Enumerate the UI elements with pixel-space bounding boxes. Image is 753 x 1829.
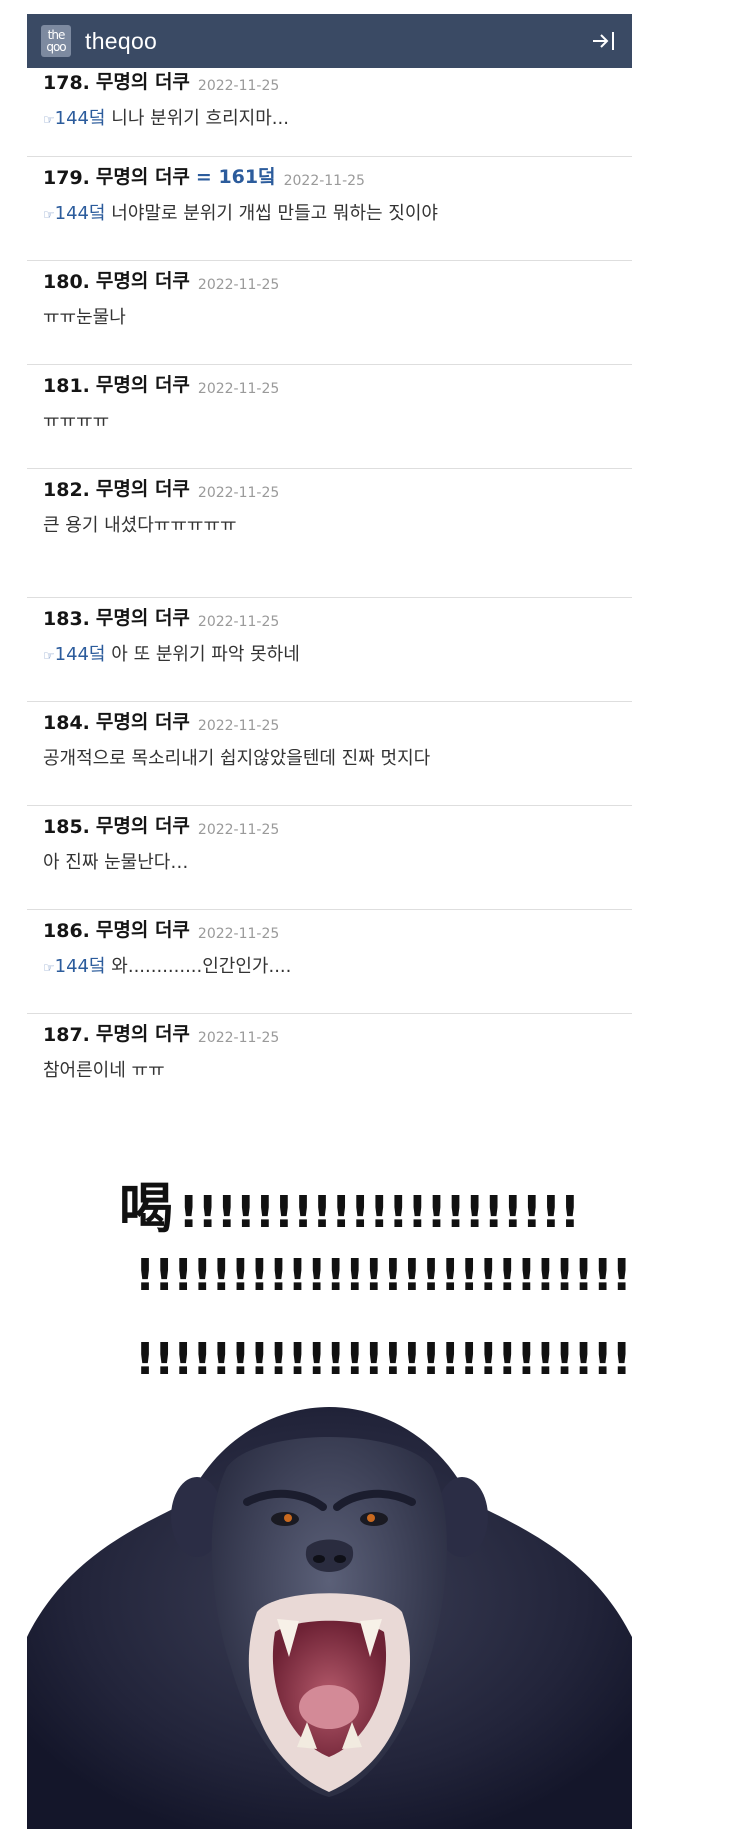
comment-date: 2022-11-25: [197, 485, 280, 501]
comment-date: 2022-11-25: [197, 277, 280, 293]
comment-number[interactable]: 179.: [43, 167, 90, 189]
comment-meta: 186. 무명의 더쿠 2022-11-25: [43, 916, 616, 942]
comment-meta: 179. 무명의 더쿠 = 161덬 2022-11-25: [43, 163, 616, 189]
comment-writer: 무명의 더쿠: [95, 478, 190, 500]
site-name[interactable]: theqoo: [85, 28, 157, 55]
comment-body: 큰 용기 내셨다ㅠㅠㅠㅠㅠ: [43, 515, 237, 536]
comment-item: 187. 무명의 더쿠 2022-11-25 참어른이네 ㅠㅠ: [27, 1014, 632, 1110]
screaming-chimpanzee-image: [27, 1407, 632, 1829]
comment-date: 2022-11-25: [283, 173, 365, 189]
mention-link[interactable]: 144덬: [55, 108, 106, 129]
comment-date: 2022-11-25: [197, 822, 280, 838]
comment-writer: 무명의 더쿠: [95, 1023, 190, 1045]
comment-date: 2022-11-25: [197, 926, 280, 942]
comment-writer: 무명의 더쿠: [95, 607, 190, 629]
comment-number[interactable]: 184.: [43, 712, 90, 734]
comment-number[interactable]: 181.: [43, 375, 90, 397]
comment-meta: 182. 무명의 더쿠 2022-11-25: [43, 475, 616, 501]
comment-date: 2022-11-25: [197, 1030, 280, 1046]
comment-date: 2022-11-25: [197, 614, 280, 630]
comment-number[interactable]: 186.: [43, 920, 90, 942]
mention-link[interactable]: 144덬: [55, 203, 106, 224]
comment-date: 2022-11-25: [197, 718, 280, 734]
comment-item: 184. 무명의 더쿠 2022-11-25 공개적으로 목소리내기 쉽지않았을…: [27, 702, 632, 806]
meme-shout-line-3: !!!!!!!!!!!!!!!!!!!!!!!!!!!: [27, 1334, 632, 1385]
comment-writer: 무명의 더쿠: [95, 374, 190, 396]
pointing-hand-icon: ☞: [43, 961, 55, 976]
comment-body: ㅠㅠ눈물나: [43, 307, 126, 328]
comment-body: 참어른이네 ㅠㅠ: [43, 1060, 165, 1081]
comment-number[interactable]: 183.: [43, 608, 90, 630]
comment-item: 182. 무명의 더쿠 2022-11-25 큰 용기 내셨다ㅠㅠㅠㅠㅠ: [27, 469, 632, 598]
comment-body: ☞144덬 와.............인간인가....: [43, 952, 616, 978]
comment-meta: 187. 무명의 더쿠 2022-11-25: [43, 1020, 616, 1046]
comment-text: 너야말로 분위기 개씹 만들고 뭐하는 짓이야: [105, 203, 438, 224]
comment-date: 2022-11-25: [197, 78, 280, 94]
reply-target[interactable]: = 161덬: [196, 162, 276, 189]
comment-body: 공개적으로 목소리내기 쉽지않았을텐데 진짜 멋지다: [43, 748, 431, 769]
comment-item: 179. 무명의 더쿠 = 161덬 2022-11-25 ☞144덬 너야말로…: [27, 157, 632, 261]
shout-character: 喝: [119, 1177, 173, 1240]
comment-text: 아 또 분위기 파악 못하네: [105, 644, 300, 665]
comment-item: 180. 무명의 더쿠 2022-11-25 ㅠㅠ눈물나: [27, 261, 632, 365]
comment-body: ㅠㅠㅠㅠ: [43, 411, 110, 432]
login-arrow-icon[interactable]: [590, 27, 618, 55]
comment-writer: 무명의 더쿠: [95, 71, 190, 93]
mention-link[interactable]: 144덬: [55, 644, 106, 665]
comment-writer: 무명의 더쿠: [95, 270, 190, 292]
comment-item: 181. 무명의 더쿠 2022-11-25 ㅠㅠㅠㅠ: [27, 365, 632, 469]
mention-link[interactable]: 144덬: [55, 956, 106, 977]
comment-number[interactable]: 185.: [43, 816, 90, 838]
comment-meta: 178. 무명의 더쿠 2022-11-25: [43, 68, 616, 94]
comment-item: 183. 무명의 더쿠 2022-11-25 ☞144덬 아 또 분위기 파악 …: [27, 598, 632, 702]
comment-writer: 무명의 더쿠: [95, 166, 190, 188]
logo-text-bottom: qoo: [46, 40, 66, 54]
top-bar: the qoo theqoo: [27, 14, 632, 68]
comment-number[interactable]: 178.: [43, 72, 90, 94]
comment-body: 아 진짜 눈물난다…: [43, 852, 189, 873]
comment-meta: 185. 무명의 더쿠 2022-11-25: [43, 812, 616, 838]
comment-list: 178. 무명의 더쿠 2022-11-25 ☞144덬 니나 분위기 흐리지마…: [27, 68, 632, 1110]
pointing-hand-icon: ☞: [43, 649, 55, 664]
comment-item: 178. 무명의 더쿠 2022-11-25 ☞144덬 니나 분위기 흐리지마…: [27, 68, 632, 157]
comment-number[interactable]: 187.: [43, 1024, 90, 1046]
mobile-page: the qoo theqoo 178. 무명의 더쿠 2022-11-25 ☞1…: [27, 14, 632, 1829]
exclamation-marks: !!!!!!!!!!!!!!!!!!!!!!!!!!: [135, 1250, 632, 1301]
comment-number[interactable]: 180.: [43, 271, 90, 293]
meme-shout-line-1: 喝 !!!!!!!!!!!!!!!!!!!!!: [27, 1164, 632, 1243]
comment-meta: 183. 무명의 더쿠 2022-11-25: [43, 604, 616, 630]
pointing-hand-icon: ☞: [43, 113, 55, 128]
comment-writer: 무명의 더쿠: [95, 919, 190, 941]
exclamation-marks: !!!!!!!!!!!!!!!!!!!!!: [178, 1187, 580, 1238]
comment-item: 185. 무명의 더쿠 2022-11-25 아 진짜 눈물난다…: [27, 806, 632, 910]
exclamation-marks: !!!!!!!!!!!!!!!!!!!!!!!!!!!: [135, 1334, 632, 1385]
comment-meta: 181. 무명의 더쿠 2022-11-25: [43, 371, 616, 397]
comment-text: 와.............인간인가....: [105, 956, 292, 977]
theqoo-logo[interactable]: the qoo: [41, 25, 71, 57]
comment-number[interactable]: 182.: [43, 479, 90, 501]
comment-date: 2022-11-25: [197, 381, 280, 397]
comment-body: ☞144덬 너야말로 분위기 개씹 만들고 뭐하는 짓이야: [43, 199, 616, 225]
comment-body: ☞144덬 아 또 분위기 파악 못하네: [43, 640, 616, 666]
comment-writer: 무명의 더쿠: [95, 815, 190, 837]
comment-meta: 184. 무명의 더쿠 2022-11-25: [43, 708, 616, 734]
comment-writer: 무명의 더쿠: [95, 711, 190, 733]
comment-body: ☞144덬 니나 분위기 흐리지마...: [43, 104, 616, 130]
meme-shout-line-2: !!!!!!!!!!!!!!!!!!!!!!!!!!: [27, 1250, 632, 1301]
comment-text: 니나 분위기 흐리지마...: [105, 108, 289, 129]
pointing-hand-icon: ☞: [43, 208, 55, 223]
comment-item: 186. 무명의 더쿠 2022-11-25 ☞144덬 와..........…: [27, 910, 632, 1014]
comment-meta: 180. 무명의 더쿠 2022-11-25: [43, 267, 616, 293]
